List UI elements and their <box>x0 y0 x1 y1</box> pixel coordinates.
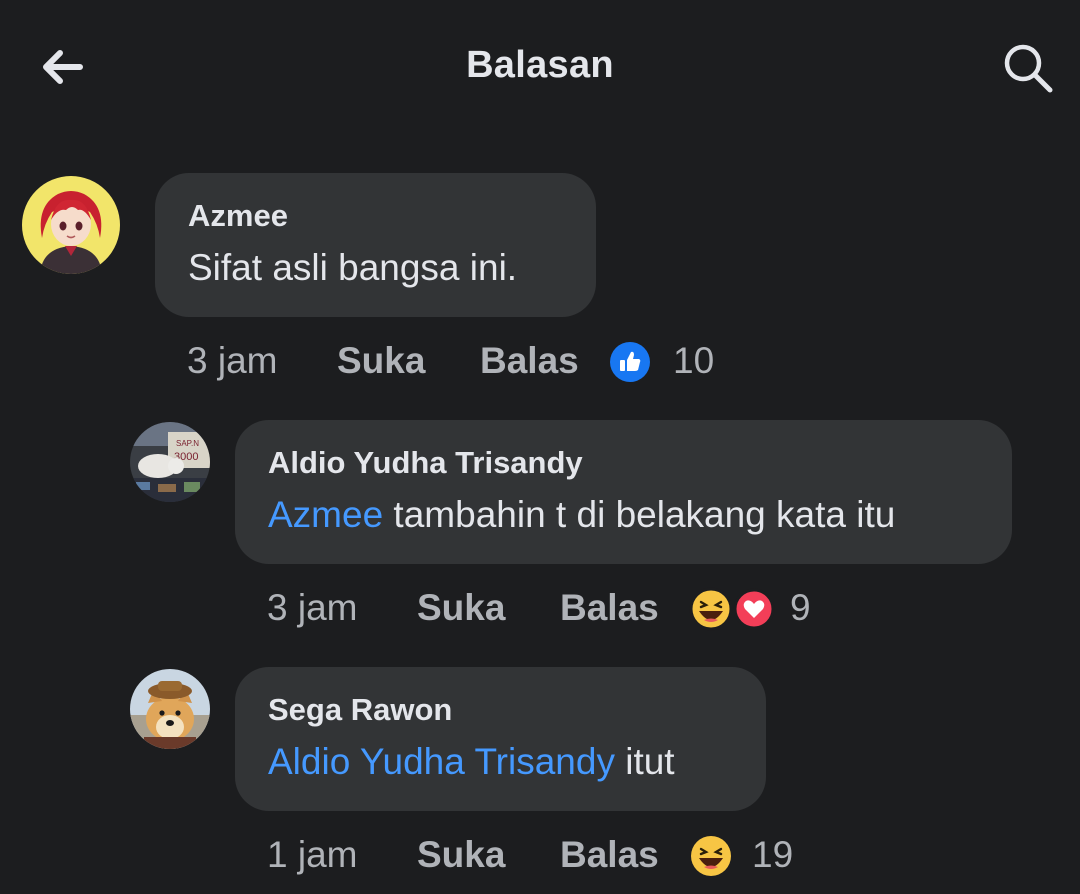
reaction-count[interactable]: 10 <box>673 340 714 382</box>
reply-label: Balas <box>480 340 579 381</box>
comment-time: 1 jam <box>267 834 357 876</box>
reactions-summary[interactable] <box>688 587 778 631</box>
timestamp: 3 jam <box>187 340 278 381</box>
like-reaction-icon <box>610 342 650 382</box>
reactions-summary[interactable] <box>609 341 653 385</box>
avatar[interactable] <box>22 176 120 274</box>
page-title: Balasan <box>466 44 614 86</box>
like-label: Suka <box>337 340 426 381</box>
comment-text-body: tambahin t di belakang kata itu <box>383 494 896 535</box>
comment-author[interactable]: Azmee <box>188 198 288 234</box>
comment-author[interactable]: Sega Rawon <box>268 692 452 728</box>
timestamp: 3 jam <box>267 587 358 628</box>
comment-time: 3 jam <box>267 587 357 629</box>
like-button[interactable]: Suka <box>417 587 505 629</box>
doge-avatar-icon <box>130 669 210 749</box>
reply-button[interactable]: Balas <box>480 340 579 382</box>
avatar[interactable]: SAP.N 3000 <box>130 422 210 502</box>
comment-bubble[interactable] <box>235 667 766 811</box>
comment-text: Aldio Yudha Trisandy itut <box>268 741 675 783</box>
reply-label: Balas <box>560 834 659 875</box>
like-label: Suka <box>417 834 506 875</box>
comment-text: Sifat asli bangsa ini. <box>188 247 518 288</box>
like-label: Suka <box>417 587 506 628</box>
like-button[interactable]: Suka <box>337 340 425 382</box>
haha-reaction-icon <box>691 836 731 876</box>
reply-button[interactable]: Balas <box>560 834 659 876</box>
mention-link[interactable]: Aldio Yudha Trisandy <box>268 741 615 782</box>
comment-author[interactable]: Aldio Yudha Trisandy <box>268 445 583 481</box>
cat-photo-avatar-icon: SAP.N 3000 <box>130 422 210 502</box>
timestamp: 1 jam <box>267 834 358 875</box>
svg-text:SAP.N: SAP.N <box>176 439 199 448</box>
reply-label: Balas <box>560 587 659 628</box>
avatar[interactable] <box>130 669 210 749</box>
like-button[interactable]: Suka <box>417 834 505 876</box>
comment-text: Azmee tambahin t di belakang kata itu <box>268 494 895 536</box>
reaction-count[interactable]: 9 <box>790 587 811 629</box>
mention-link[interactable]: Azmee <box>268 494 383 535</box>
search-icon <box>1004 44 1053 93</box>
comment-bubble[interactable] <box>235 420 1012 564</box>
reactions-summary[interactable] <box>688 834 734 878</box>
comment-bubble[interactable] <box>155 173 596 317</box>
haha-reaction-icon <box>689 587 775 631</box>
comment-time: 3 jam <box>187 340 277 382</box>
anime-girl-avatar-icon <box>22 176 120 274</box>
search-button[interactable] <box>1000 40 1056 96</box>
comment-text-body: itut <box>614 741 675 782</box>
reply-button[interactable]: Balas <box>560 587 659 629</box>
reaction-count[interactable]: 19 <box>752 834 793 876</box>
